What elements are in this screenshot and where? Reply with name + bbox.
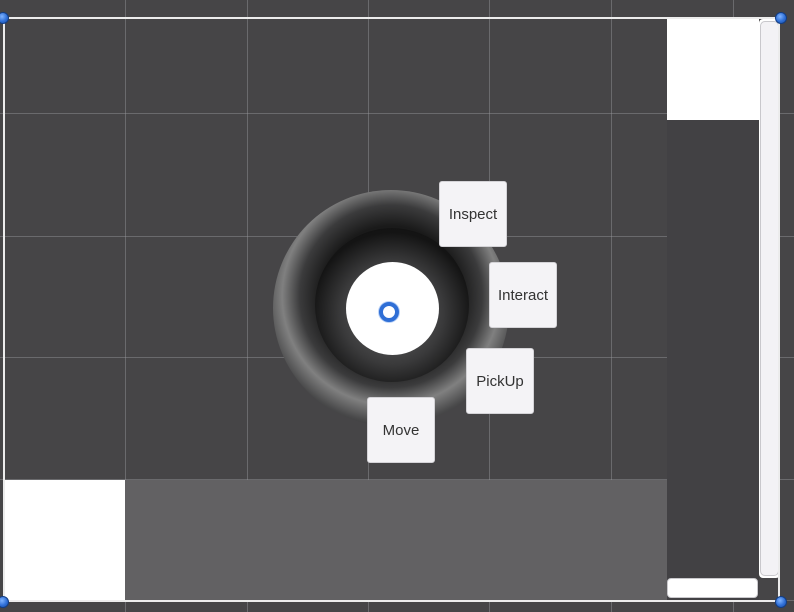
interact-button[interactable]: Interact xyxy=(489,262,557,328)
resize-handle-top-right[interactable] xyxy=(775,12,787,24)
bottom-panel xyxy=(125,480,667,600)
resize-handle-bottom-left[interactable] xyxy=(0,596,9,608)
top-right-panel xyxy=(667,19,759,120)
right-dark-panel xyxy=(667,120,759,600)
pivot-handle-icon[interactable] xyxy=(379,302,399,322)
bottom-left-panel xyxy=(5,480,125,600)
scene-view: Inspect Interact PickUp Move xyxy=(0,0,794,612)
bottom-right-tab[interactable] xyxy=(667,578,758,598)
grid-line xyxy=(0,600,794,601)
scrollbar-thumb[interactable] xyxy=(760,21,779,576)
resize-handle-top-left[interactable] xyxy=(0,12,9,24)
resize-handle-bottom-right[interactable] xyxy=(775,596,787,608)
move-button[interactable]: Move xyxy=(367,397,435,463)
inspect-button[interactable]: Inspect xyxy=(439,181,507,247)
pickup-button[interactable]: PickUp xyxy=(466,348,534,414)
